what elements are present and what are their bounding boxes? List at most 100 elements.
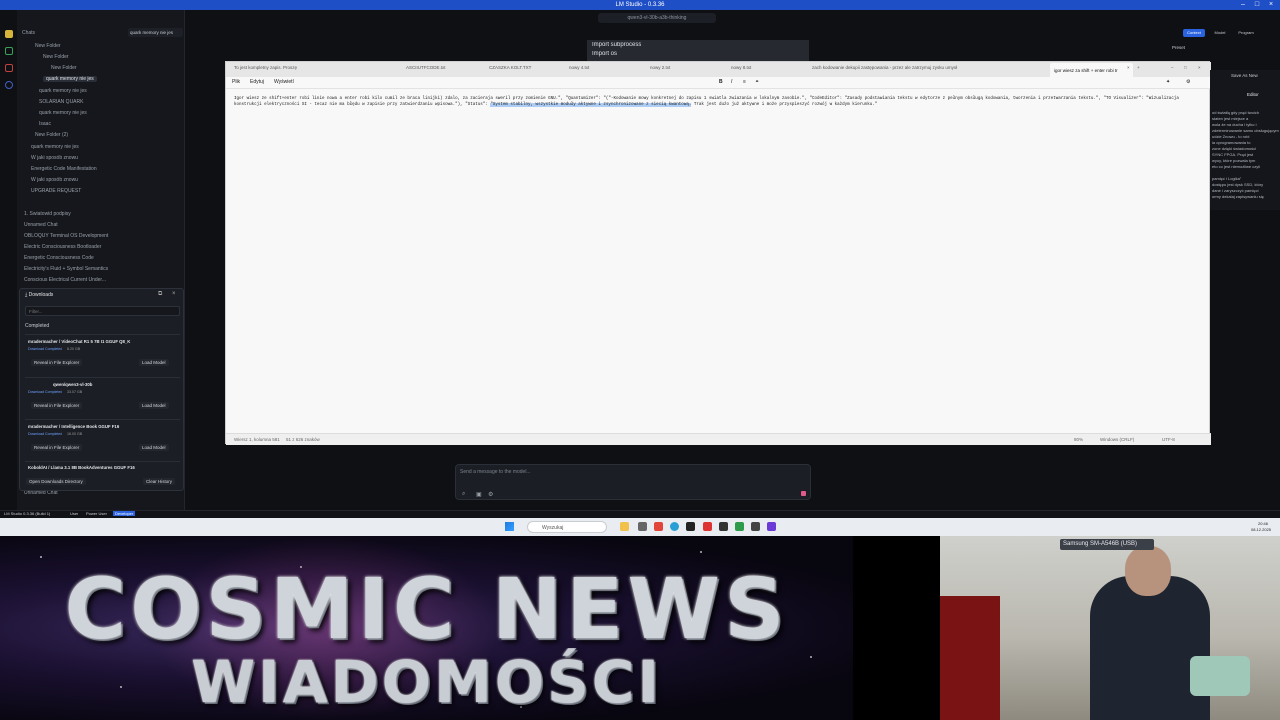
italic-icon[interactable]: I	[731, 79, 732, 85]
sidebar-chat[interactable]: UPGRADE REQUEST	[31, 188, 81, 194]
copilot-icon[interactable]: ✦	[1166, 79, 1170, 85]
settings-icon[interactable]: ⚙	[1186, 79, 1190, 85]
notepad-tab-active[interactable]: igor wiesz za shift + enter robi tr	[1050, 63, 1133, 78]
tab-model[interactable]: Model	[1211, 29, 1229, 37]
models-icon[interactable]	[5, 64, 13, 72]
terminal-icon[interactable]	[686, 522, 695, 531]
file-explorer-icon[interactable]	[620, 522, 629, 531]
notepad-tab[interactable]: nowy 8.txt	[731, 65, 781, 70]
link-icon[interactable]: ⚭	[755, 79, 759, 85]
close-icon[interactable]: ×	[1127, 65, 1130, 70]
menu-edit[interactable]: Edytuj	[250, 79, 264, 85]
app-icon[interactable]	[719, 522, 728, 531]
notepad-tab[interactable]: nowy 2.txt	[650, 65, 700, 70]
load-model-button[interactable]: Load Model	[139, 359, 169, 366]
clear-history-button[interactable]: Clear History	[143, 478, 176, 485]
sidebar-folder[interactable]: New Folder	[51, 65, 77, 71]
tab-context[interactable]: Context	[1183, 29, 1205, 37]
notepad-tab[interactable]: zach kodowanie dekupii zastępowania - pr…	[812, 65, 1012, 70]
reveal-in-explorer-button[interactable]: Reveal in File Explorer	[31, 402, 83, 409]
app-icon[interactable]	[751, 522, 760, 531]
chat-tab[interactable]: quark memory nie jes	[128, 28, 183, 37]
save-as-new-button[interactable]: Save As New	[1231, 73, 1258, 78]
edge-icon[interactable]	[670, 522, 679, 531]
clock-time[interactable]: 20:46	[1258, 521, 1268, 526]
notepad-tab[interactable]: CZASZKA KOLT.TXT	[489, 65, 549, 70]
cursor-position: Wiersz 1, kolumna 581	[234, 437, 280, 442]
sidebar-chat[interactable]: OBLOQUY Terminal OS Development	[24, 233, 108, 239]
lm-studio-icon[interactable]	[767, 522, 776, 531]
image-icon[interactable]: ▣	[476, 491, 482, 498]
developer-icon[interactable]	[5, 47, 13, 55]
stop-icon[interactable]	[801, 491, 806, 496]
autocomplete-item[interactable]: Import subprocess	[592, 42, 641, 48]
search-icon[interactable]	[5, 81, 13, 89]
sidebar-chat[interactable]: SOLARIAN QUARK	[39, 99, 83, 105]
sidebar-chat[interactable]: Conscious Electrical Current Under...	[24, 277, 106, 283]
reveal-in-explorer-button[interactable]: Reveal in File Explorer	[31, 444, 83, 451]
sidebar-chat[interactable]: W jaki sposób znowu	[31, 177, 78, 183]
sidebar-chat[interactable]: Electricity's Fluid + Symbol Semantics	[24, 266, 108, 272]
mug-shape	[1190, 656, 1250, 696]
sidebar-chat[interactable]: 1. Swiatowid podpisy	[24, 211, 71, 217]
start-icon[interactable]	[505, 522, 514, 531]
notepad-menu-bar: Plik Edytuj Wyświetl B I ≡ ⚭ ✦ ⚙	[226, 77, 1211, 89]
mode-user[interactable]: User	[70, 511, 78, 516]
download-status: Download Completed	[28, 432, 63, 436]
minimize-icon[interactable]: –	[1171, 65, 1174, 70]
sidebar-chat-active[interactable]: quark memory nie jes	[43, 76, 97, 82]
notepad-tab[interactable]: To jest kompletny zapis. Proszę	[234, 65, 314, 70]
model-selector[interactable]: qwen3-vl-30b-a3b-thinking	[598, 13, 716, 23]
load-model-button[interactable]: Load Model	[139, 444, 169, 451]
tools-icon[interactable]: ⚙	[488, 491, 493, 498]
attach-icon[interactable]: ⌕	[462, 491, 465, 498]
panel-text-line: udzie Znowu - to robi	[1212, 134, 1250, 139]
brave-icon[interactable]	[654, 522, 663, 531]
close-icon[interactable]: ×	[172, 291, 176, 297]
popout-icon[interactable]: ⧉	[158, 291, 162, 298]
sidebar-chat[interactable]: Isaac	[39, 121, 51, 127]
sidebar-chat[interactable]: quark memory nie jes	[39, 88, 87, 94]
notepad-tab[interactable]: nowy 4.txt	[569, 65, 619, 70]
close-window-icon[interactable]: ×	[1198, 65, 1201, 70]
sidebar-chat[interactable]: W jaki sposób znowu	[31, 155, 78, 161]
mode-power-user[interactable]: Power User	[86, 511, 107, 516]
sidebar-chat[interactable]: Unnamed Chat	[24, 222, 58, 228]
sidebar-chat[interactable]: quark memory nie jes	[39, 110, 87, 116]
maximize-button[interactable]: □	[1250, 0, 1264, 10]
download-name: mradermacher / VideoChat R1 5 7B I1 GGUF…	[28, 339, 131, 344]
app-icon[interactable]	[638, 522, 647, 531]
bold-icon[interactable]: B	[719, 79, 723, 85]
tab-program[interactable]: Program	[1235, 29, 1257, 37]
downloads-filter-input[interactable]	[25, 306, 180, 316]
chat-input-box[interactable]: Send a message to the model... ⌕ ▣ ⚙	[455, 464, 811, 500]
autocomplete-item[interactable]: Import os	[592, 51, 617, 57]
load-model-button[interactable]: Load Model	[139, 402, 169, 409]
menu-file[interactable]: Plik	[232, 79, 240, 85]
sidebar-folder[interactable]: New Folder	[35, 43, 61, 49]
close-button[interactable]: ×	[1264, 0, 1278, 10]
notepadpp-icon[interactable]	[735, 522, 744, 531]
sidebar-chat[interactable]: Electric Consciousness Bootloader	[24, 244, 101, 250]
preset-label[interactable]: Preset	[1172, 45, 1185, 50]
sidebar-chat[interactable]: Energetic Code Manifestation	[31, 166, 97, 172]
reveal-in-explorer-button[interactable]: Reveal in File Explorer	[31, 359, 83, 366]
taskbar-search[interactable]: Wyszukaj	[527, 521, 607, 533]
sidebar-chat[interactable]: quark memory nie jes	[31, 144, 79, 150]
notepad-tab[interactable]: ASCIIUTFCODE.txt	[406, 65, 466, 70]
add-tab-icon[interactable]: +	[1137, 65, 1140, 70]
app-icon[interactable]	[703, 522, 712, 531]
line-ending: Windows (CRLF)	[1100, 437, 1135, 442]
mode-developer[interactable]: Developer	[113, 511, 136, 516]
list-icon[interactable]: ≡	[743, 79, 746, 85]
sidebar-folder[interactable]: New Folder	[43, 54, 69, 60]
sidebar-chat[interactable]: Energetic Consciousness Code	[24, 255, 94, 261]
minimize-button[interactable]: –	[1236, 0, 1250, 10]
chat-icon[interactable]	[5, 30, 13, 38]
sidebar-folder[interactable]: New Folder (2)	[35, 132, 68, 138]
maximize-icon[interactable]: □	[1184, 65, 1187, 70]
open-downloads-directory-button[interactable]: Open Downloads Directory	[26, 478, 86, 485]
menu-view[interactable]: Wyświetl	[274, 79, 294, 85]
notepad-text-area[interactable]: Igor wiesz ze shift+enter robi linie now…	[234, 96, 1199, 108]
clock-date[interactable]: 08.12.2025	[1251, 527, 1271, 532]
